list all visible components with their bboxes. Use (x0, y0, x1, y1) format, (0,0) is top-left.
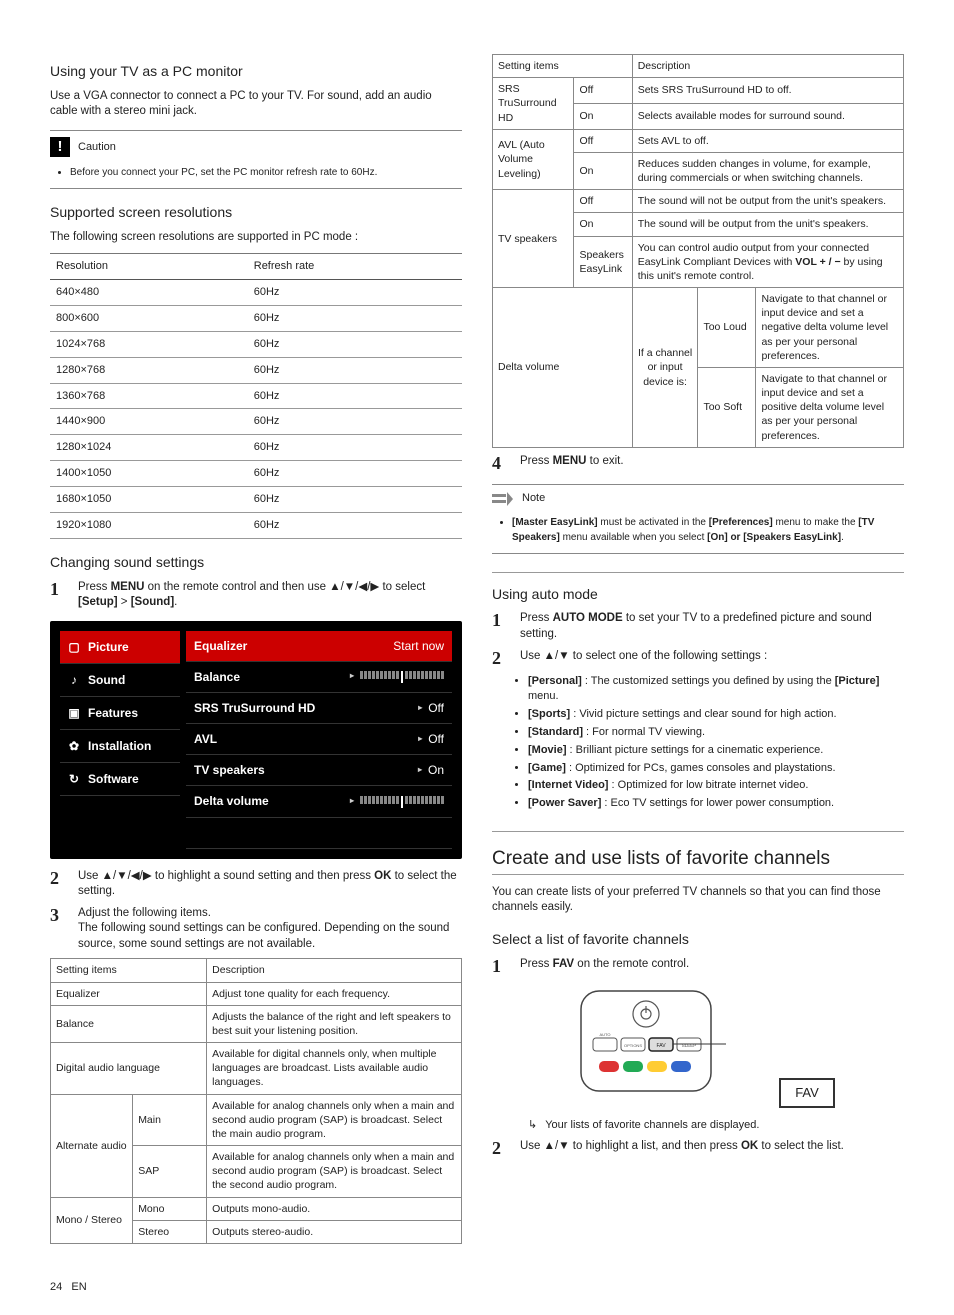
note-label: Note (522, 491, 545, 506)
fav-result: ↳Your lists of favorite channels are dis… (528, 1118, 904, 1133)
res-cell: 1280×768 (50, 357, 248, 383)
menu-left-item: ↻Software (60, 763, 180, 796)
note-text: [Master EasyLink] must be activated in t… (512, 515, 904, 545)
sound-table-2: Setting items Description SRS TruSurroun… (492, 54, 904, 448)
caution-icon: ! (50, 137, 70, 157)
caution-text: Before you connect your PC, set the PC m… (70, 165, 462, 180)
auto-option: [Personal] : The customized settings you… (528, 674, 904, 704)
sound-step1: 1 Press MENU on the remote control and t… (50, 580, 462, 611)
res-cell: 1440×900 (50, 409, 248, 435)
caution-box: ! Caution Before you connect your PC, se… (50, 130, 462, 189)
res-col2: Refresh rate (248, 254, 462, 280)
svg-text:OPTIONS: OPTIONS (624, 1043, 642, 1048)
sound-step3: 3 Adjust the following items.The followi… (50, 906, 462, 953)
res-cell: 60Hz (248, 435, 462, 461)
caution-label: Caution (78, 140, 116, 155)
auto-options: [Personal] : The customized settings you… (528, 674, 904, 811)
sound-menu-figure: ▢Picture♪Sound▣Features✿Installation↻Sof… (50, 621, 462, 859)
res-cell: 60Hz (248, 383, 462, 409)
sound-step2: 2 Use ▲/▼/◀/▶ to highlight a sound setti… (50, 869, 462, 900)
res-cell: 60Hz (248, 280, 462, 306)
fav-callout: FAV (779, 1078, 835, 1108)
pc-monitor-text: Use a VGA connector to connect a PC to y… (50, 89, 462, 120)
auto-option: [Game] : Optimized for PCs, games consol… (528, 761, 904, 776)
res-cell: 60Hz (248, 357, 462, 383)
menu-right-item: Balance▸ (186, 662, 452, 693)
pc-monitor-heading: Using your TV as a PC monitor (50, 62, 462, 81)
res-cell: 800×600 (50, 306, 248, 332)
auto-option: [Internet Video] : Optimized for low bit… (528, 778, 904, 793)
res-cell: 1280×1024 (50, 435, 248, 461)
res-cell: 60Hz (248, 512, 462, 538)
note-box: Note [Master EasyLink] must be activated… (492, 484, 904, 554)
step4: 4 Press MENU to exit. (492, 454, 904, 474)
remote-figure: AUTO OPTIONS FAV SLEEP FAV (492, 986, 904, 1108)
auto-option: [Movie] : Brilliant picture settings for… (528, 743, 904, 758)
menu-right-item: SRS TruSurround HD▸Off (186, 693, 452, 724)
menu-left-item: ♪Sound (60, 664, 180, 697)
auto-option: [Sports] : Vivid picture settings and cl… (528, 707, 904, 722)
menu-right-item: EqualizerStart now (186, 631, 452, 662)
svg-text:FAV: FAV (657, 1043, 667, 1049)
resolutions-heading: Supported screen resolutions (50, 203, 462, 222)
resolutions-table: Resolution Refresh rate 640×48060Hz800×6… (50, 253, 462, 538)
fav-intro: You can create lists of your preferred T… (492, 885, 904, 916)
menu-right-item: Delta volume▸ (186, 786, 452, 817)
sound-heading: Changing sound settings (50, 553, 462, 572)
res-cell: 1024×768 (50, 331, 248, 357)
fav-sub: Select a list of favorite channels (492, 930, 904, 949)
res-cell: 60Hz (248, 486, 462, 512)
note-icon (492, 491, 514, 507)
auto-option: [Standard] : For normal TV viewing. (528, 725, 904, 740)
menu-right-item: TV speakers▸On (186, 755, 452, 786)
res-cell: 1400×1050 (50, 461, 248, 487)
menu-left-item: ✿Installation (60, 730, 180, 763)
res-cell: 60Hz (248, 331, 462, 357)
sound-table-1: Setting items Description EqualizerAdjus… (50, 958, 462, 1244)
menu-left-item: ▣Features (60, 697, 180, 730)
res-cell: 1920×1080 (50, 512, 248, 538)
res-cell: 60Hz (248, 409, 462, 435)
res-cell: 60Hz (248, 461, 462, 487)
menu-left-item: ▢Picture (60, 631, 180, 664)
res-cell: 640×480 (50, 280, 248, 306)
page-footer: 24 EN (50, 1280, 904, 1295)
resolutions-intro: The following screen resolutions are sup… (50, 230, 462, 246)
res-col1: Resolution (50, 254, 248, 280)
auto-heading: Using auto mode (492, 572, 904, 604)
res-cell: 1360×768 (50, 383, 248, 409)
res-cell: 60Hz (248, 306, 462, 332)
fav-heading: Create and use lists of favorite channel… (492, 831, 904, 875)
res-cell: 1680×1050 (50, 486, 248, 512)
auto-option: [Power Saver] : Eco TV settings for lowe… (528, 796, 904, 811)
menu-right-item: AVL▸Off (186, 724, 452, 755)
svg-text:AUTO: AUTO (600, 1032, 611, 1037)
